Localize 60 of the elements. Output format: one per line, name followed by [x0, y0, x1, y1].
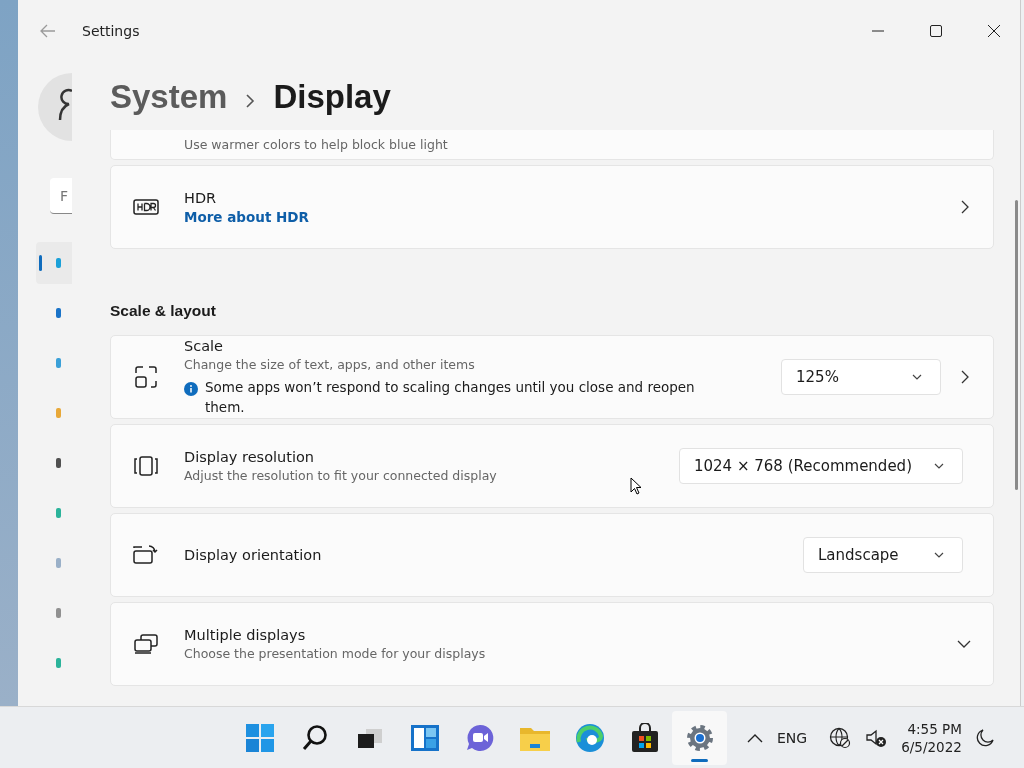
language-indicator[interactable]: ENG — [777, 729, 808, 746]
setting-card[interactable]: Multiple displays Choose the presentation mode for your displays — [110, 602, 994, 686]
section-heading: Scale & layout — [110, 301, 217, 321]
clock-time[interactable]: 4:55 PM — [907, 720, 962, 737]
dropdown[interactable]: Landscape — [803, 537, 963, 573]
setting-description: Change the size of text, apps, and other items — [184, 356, 476, 372]
mouse-cursor-icon — [630, 477, 642, 495]
windows-logo-icon — [244, 722, 275, 753]
setting-title: HDR — [184, 189, 218, 206]
orientation-icon — [133, 545, 159, 565]
page-title: Display — [273, 78, 391, 116]
multiple-displays-icon — [133, 634, 159, 654]
info-icon — [184, 381, 198, 396]
sidebar-item[interactable] — [36, 242, 72, 284]
chevron-down-icon — [912, 374, 922, 380]
setting-card[interactable]: Use warmer colors to help block blue light — [110, 130, 994, 160]
close-icon[interactable] — [988, 25, 1000, 37]
search-field[interactable]: F — [50, 178, 72, 214]
setting-title: Scale — [184, 337, 224, 354]
task-view-icon — [356, 726, 383, 749]
setting-description: Use warmer colors to help block blue light — [184, 137, 448, 152]
more-about-link[interactable]: More about HDR — [184, 208, 309, 225]
scale-icon — [133, 366, 159, 388]
chevron-up-icon[interactable] — [747, 732, 763, 743]
setting-card[interactable]: Display resolution Adjust the resolution to fit your connected display 1024 × 768 (Recommended) — [110, 424, 994, 508]
widgets-icon — [409, 723, 440, 752]
hdr-icon — [133, 199, 159, 215]
dropdown[interactable]: 125% — [781, 359, 941, 395]
setting-title: Display orientation — [184, 547, 322, 563]
chevron-right-icon — [245, 94, 256, 108]
store-icon — [630, 722, 659, 753]
setting-card[interactable]: Scale Change the size of text, apps, and other items Some apps won’t respond to scaling changes until you close and reopen them. 125% — [110, 335, 994, 419]
maximize-icon[interactable] — [930, 25, 942, 37]
setting-title: Display resolution — [184, 449, 316, 465]
window-title: Settings — [82, 23, 140, 39]
setting-card[interactable]: Display orientation Landscape — [110, 513, 994, 597]
setting-description: Choose the presentation mode for your displays — [184, 646, 486, 661]
chevron-down-icon — [934, 463, 944, 469]
chevron-right-icon[interactable] — [961, 200, 969, 214]
scrollbar[interactable] — [1015, 200, 1018, 490]
info-note: Some apps won’t respond to scaling changes until you close and reopen them. — [205, 377, 695, 417]
chevron-down-icon[interactable] — [957, 640, 971, 648]
clock-date[interactable]: 6/5/2022 — [901, 738, 962, 755]
globe-icon[interactable] — [829, 726, 852, 749]
setting-description: Adjust the resolution to fit your connected display — [184, 468, 497, 483]
chevron-down-icon — [934, 552, 944, 558]
moon-icon[interactable] — [975, 728, 994, 747]
avatar-icon[interactable] — [38, 72, 72, 142]
breadcrumb-parent[interactable]: System — [110, 78, 228, 116]
settings-icon — [684, 722, 715, 753]
speaker-muted-icon[interactable] — [865, 727, 888, 748]
resolution-icon — [133, 456, 159, 476]
chat-icon — [464, 722, 495, 753]
back-arrow-icon[interactable] — [40, 24, 56, 38]
setting-card[interactable]: HDR More about HDR — [110, 165, 994, 249]
setting-title: Multiple displays — [184, 627, 307, 643]
dropdown[interactable]: 1024 × 768 (Recommended) — [679, 448, 963, 484]
browser-icon — [574, 722, 605, 753]
chevron-right-icon[interactable] — [961, 370, 969, 384]
search-icon — [300, 723, 329, 752]
